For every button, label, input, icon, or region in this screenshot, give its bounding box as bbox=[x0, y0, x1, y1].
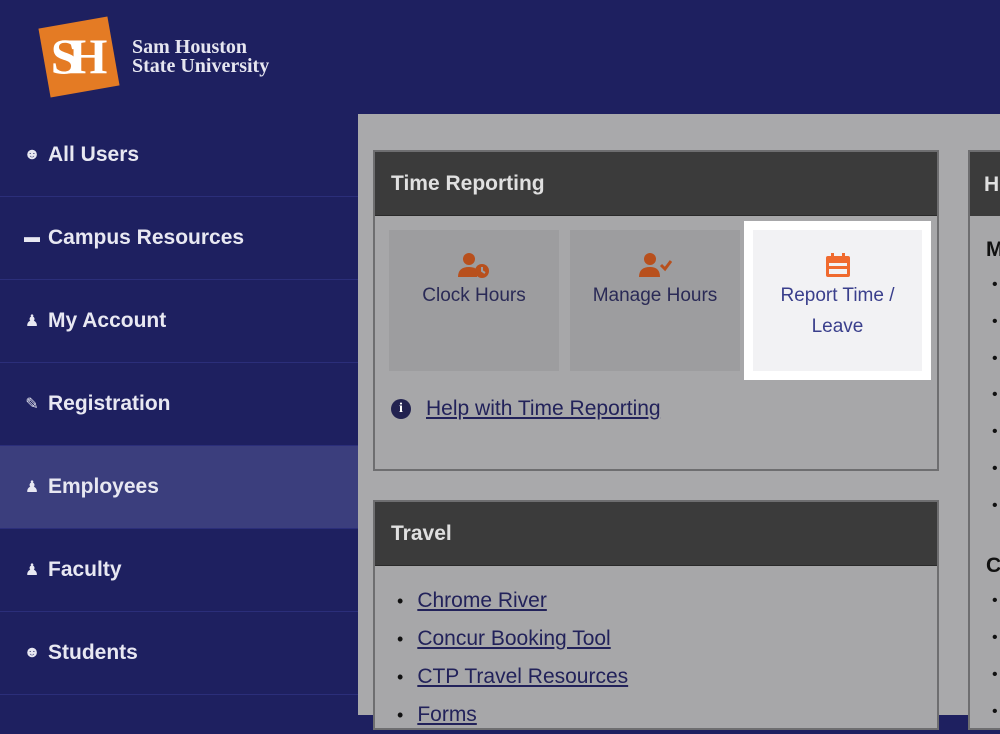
bullet: • bbox=[992, 666, 998, 683]
user-tie-icon: ♟ bbox=[24, 562, 40, 579]
list-item: Concur Booking Tool bbox=[397, 620, 628, 658]
info-icon: i bbox=[391, 399, 411, 419]
help-time-reporting: i Help with Time Reporting bbox=[391, 397, 661, 421]
sidebar-item-all-users[interactable]: ☻ All Users bbox=[0, 114, 358, 197]
calendar-icon bbox=[753, 252, 922, 280]
user-clock-icon bbox=[389, 252, 559, 280]
site-header: SH Sam Houston State University bbox=[0, 0, 1000, 114]
chrome-river-link[interactable]: Chrome River bbox=[417, 589, 547, 612]
bullet: • bbox=[992, 423, 998, 440]
bullet: • bbox=[992, 497, 998, 514]
help-time-reporting-link[interactable]: Help with Time Reporting bbox=[426, 397, 661, 421]
sidebar-item-registration[interactable]: ✎ Registration bbox=[0, 363, 358, 446]
ctp-travel-link[interactable]: CTP Travel Resources bbox=[417, 665, 628, 688]
travel-panel: Travel Chrome River Concur Booking Tool … bbox=[373, 500, 939, 730]
bullet: • bbox=[992, 703, 998, 720]
right-panel-subheading: C bbox=[986, 554, 1000, 577]
university-logo[interactable]: SH Sam Houston State University bbox=[38, 16, 270, 98]
right-panel-subheading: M bbox=[986, 238, 1000, 261]
sidebar-nav: ☻ All Users ▬ Campus Resources ♟ My Acco… bbox=[0, 114, 358, 715]
users-icon: ☻ bbox=[23, 146, 41, 163]
user-icon: ♟ bbox=[24, 313, 40, 330]
university-name: Sam Houston State University bbox=[132, 36, 270, 77]
manage-hours-tile[interactable]: Manage Hours bbox=[570, 230, 740, 371]
bullet: • bbox=[992, 629, 998, 646]
right-panel-title: H bbox=[970, 152, 1000, 216]
user-tie-icon: ♟ bbox=[24, 479, 40, 496]
sidebar-item-faculty[interactable]: ♟ Faculty bbox=[0, 529, 358, 612]
sidebar-item-campus-resources[interactable]: ▬ Campus Resources bbox=[0, 197, 358, 280]
time-reporting-panel: Time Reporting Clock Hours Manage Hours … bbox=[373, 150, 939, 471]
user-check-icon bbox=[570, 252, 740, 280]
concur-booking-link[interactable]: Concur Booking Tool bbox=[417, 627, 610, 650]
folder-icon: ▬ bbox=[24, 229, 40, 246]
sidebar-item-employees[interactable]: ♟ Employees bbox=[0, 446, 358, 529]
list-item: Forms bbox=[397, 696, 628, 734]
sidebar-item-students[interactable]: ☻ Students bbox=[0, 612, 358, 695]
bullet: • bbox=[992, 460, 998, 477]
clock-hours-tile[interactable]: Clock Hours bbox=[389, 230, 559, 371]
list-item: Chrome River bbox=[397, 582, 628, 620]
report-time-leave-tile[interactable]: Report Time / Leave bbox=[753, 230, 922, 371]
list-item: CTP Travel Resources bbox=[397, 658, 628, 696]
bullet: • bbox=[992, 592, 998, 609]
bullet: • bbox=[992, 313, 998, 330]
bullet: • bbox=[992, 350, 998, 367]
bullet: • bbox=[992, 386, 998, 403]
panel-title: Travel bbox=[375, 502, 937, 566]
panel-title: Time Reporting bbox=[375, 152, 937, 216]
shsu-logo-mark: SH bbox=[38, 16, 120, 98]
travel-links: Chrome River Concur Booking Tool CTP Tra… bbox=[397, 582, 628, 734]
bullet: • bbox=[992, 276, 998, 293]
edit-icon: ✎ bbox=[25, 396, 39, 413]
sidebar-item-my-account[interactable]: ♟ My Account bbox=[0, 280, 358, 363]
right-panel: H M • • • • • • • C • • • • bbox=[968, 150, 1000, 730]
users-icon: ☻ bbox=[23, 644, 41, 661]
